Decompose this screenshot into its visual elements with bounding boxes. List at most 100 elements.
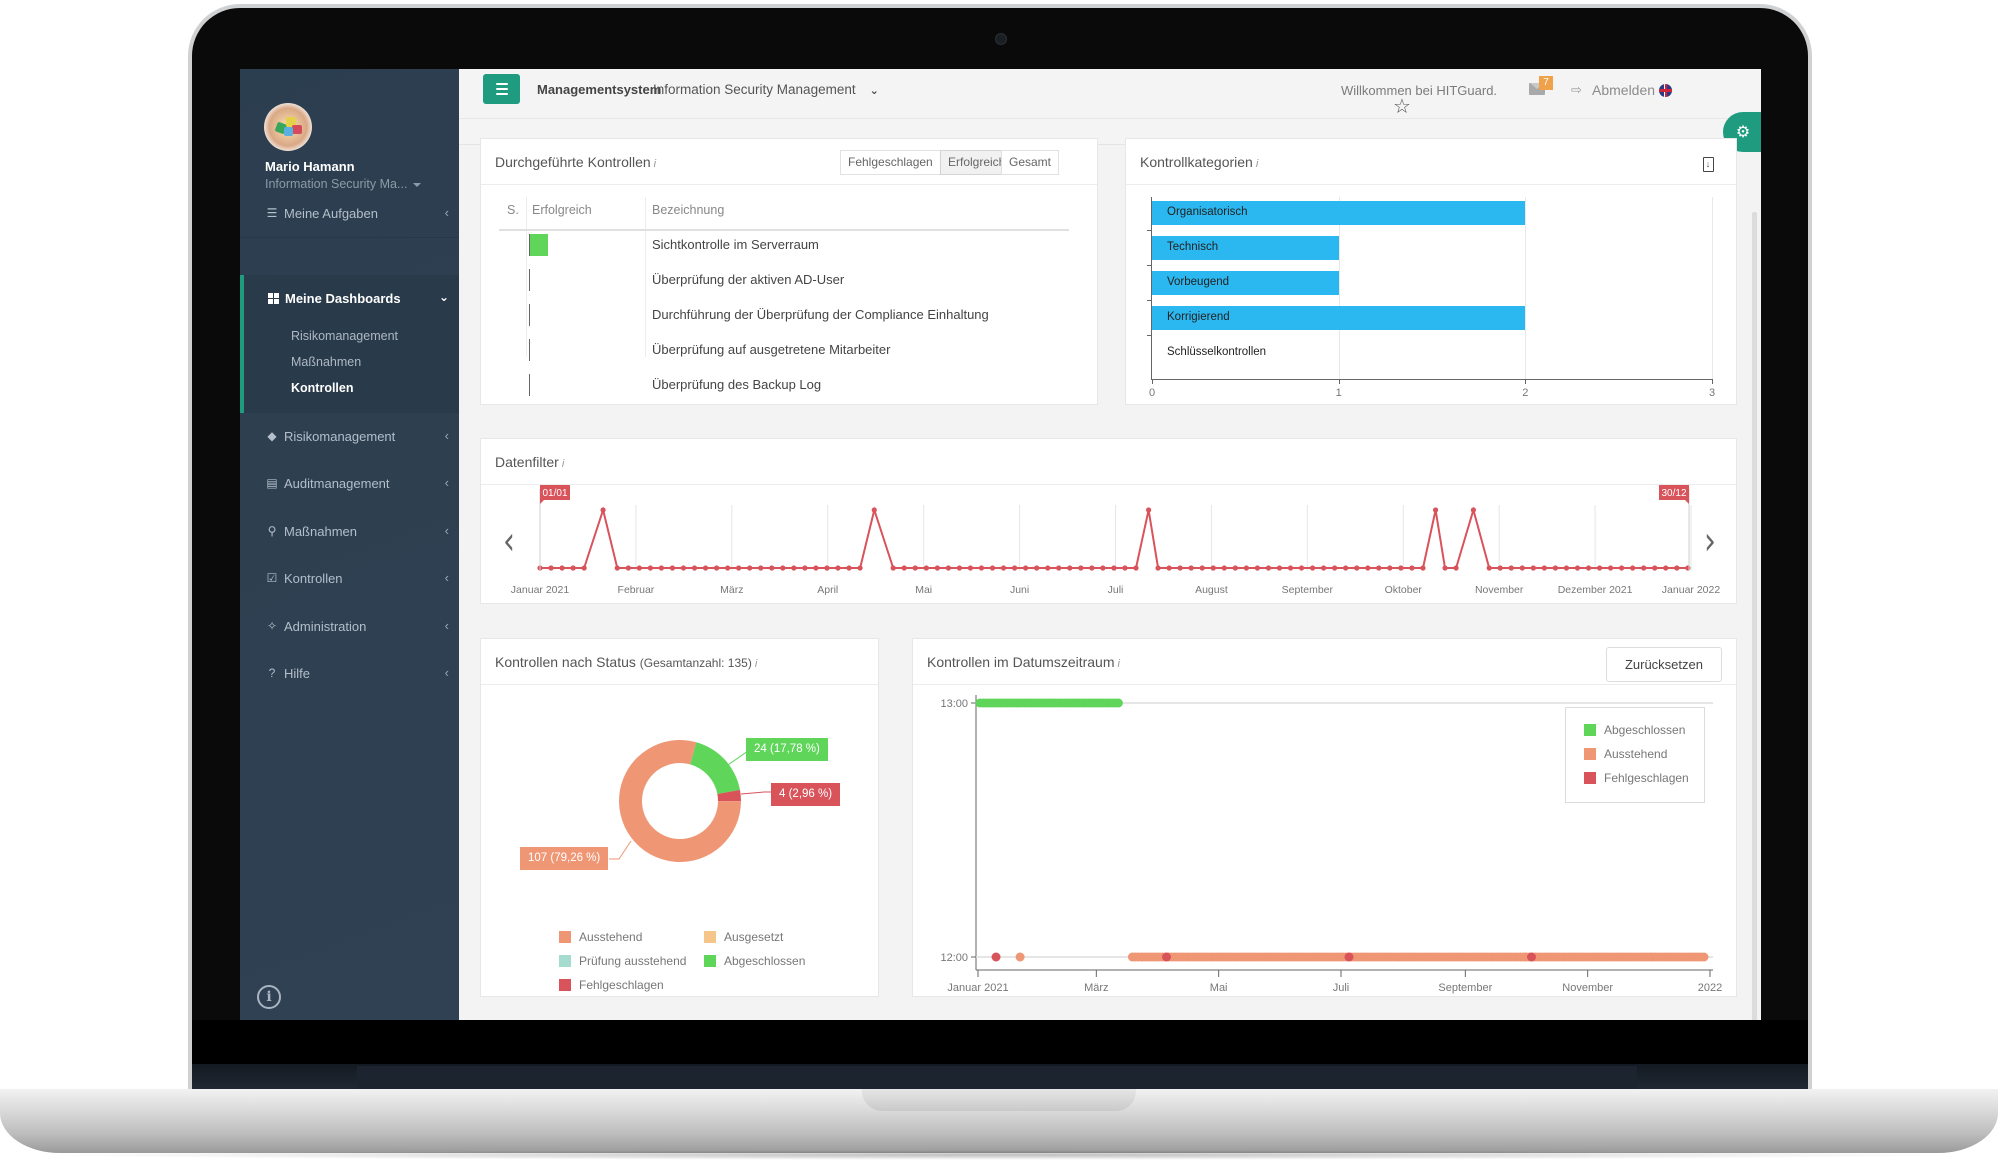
x-axis [1151,379,1713,380]
table-row[interactable]: Überprüfung der aktiven AD-User [652,272,844,287]
camera-dot [995,33,1007,45]
brand-label: Managementsystem [537,82,662,97]
sidebar: Mario Hamann Information Security Ma... … [240,69,459,1020]
info-circle-icon[interactable]: i [257,985,281,1009]
timeline-point [1309,565,1316,571]
column-header-bezeichnung[interactable]: Bezeichnung [652,203,724,217]
legend-item[interactable]: Fehlgeschlagen [559,978,664,992]
table-row[interactable]: Durchführung der Überprüfung der Complia… [652,307,989,322]
sidebar-item-administration[interactable]: ✧ Administration ‹ [240,606,459,646]
leader-line [740,791,772,795]
page-scrollbar[interactable] [1752,212,1757,1020]
scatter-point-ausstehend[interactable] [1699,952,1709,962]
filter-fehlgeschlagen-button[interactable]: Fehlgeschlagen [840,150,941,175]
avatar[interactable] [264,103,312,151]
panel-header: Durchgeführte Kontrollen i Fehlgeschlagen… [481,139,1097,185]
legend-item[interactable]: Abgeschlossen [1584,723,1685,737]
info-icon[interactable]: i [562,458,564,470]
row-success-axis [529,374,530,396]
scatter-point-fehlgeschlagen[interactable] [1527,952,1537,962]
info-icon[interactable]: i [1256,158,1258,170]
sidebar-item-meine-dashboards[interactable]: Meine Dashboards ⌄ [240,281,459,315]
legend-item[interactable]: Ausgesetzt [704,930,783,944]
sidebar-item-risikomanagement[interactable]: ◆ Risikomanagement ‹ [240,416,459,456]
welcome-text: Willkommen bei HITGuard. [1341,83,1498,98]
info-icon[interactable]: i [755,658,757,670]
row-success-bar [530,234,548,256]
table-row[interactable]: Sichtkontrolle im Serverraum [652,237,819,252]
data-label-ausstehend: 107 (79,26 %) [520,847,609,870]
download-file-icon[interactable] [1703,157,1714,172]
menu-toggle-button[interactable] [483,74,520,104]
legend-item[interactable]: Prüfung ausstehend [559,954,686,968]
legend-item[interactable]: Abgeschlossen [704,954,805,968]
timeline-point [780,565,786,571]
timeline-point [691,565,698,571]
sidebar-item-massnahmen[interactable]: ⚲ Maßnahmen ‹ [240,511,459,551]
timeline-point [1376,565,1382,571]
scatter-point-ausstehend[interactable] [1015,952,1025,962]
timeline-point [1630,565,1636,571]
sidebar-item-label: Hilfe [284,665,311,681]
legend-item[interactable]: Ausstehend [1584,747,1667,761]
timeline-point [713,565,720,571]
legend-swatch [559,931,571,943]
timeline-point [1188,565,1194,571]
legend-item[interactable]: Fehlgeschlagen [1584,771,1689,785]
sidebar-subitem-massnahmen[interactable]: Maßnahmen [240,349,459,375]
divider [240,237,459,238]
chevron-left-icon: ‹ [444,570,449,585]
sidebar-item-meine-aufgaben[interactable]: ☰ Meine Aufgaben ‹ [240,193,459,233]
panel-header: Kontrollkategorien i [1126,139,1736,185]
gears-icon: ⚙ [1735,124,1751,141]
panel-subtitle: (Gesamtanzahl: 135) [639,656,752,670]
sidebar-item-auditmanagement[interactable]: ▤ Auditmanagement ‹ [240,463,459,503]
legend-item[interactable]: Ausstehend [559,930,642,944]
table-row[interactable]: Überprüfung auf ausgetretene Mitarbeiter [652,342,890,357]
info-icon[interactable]: i [654,158,656,170]
reset-button[interactable]: Zurücksetzen [1605,647,1722,682]
range-handle-pointer [1685,500,1689,504]
scatter-point-fehlgeschlagen[interactable] [991,952,1001,962]
timeline-point [625,565,631,571]
timeline-point [1365,565,1371,571]
user-role-dropdown[interactable]: Information Security Ma... [265,177,422,191]
sidebar-subitem-risikomanagement[interactable]: Risikomanagement [240,323,459,349]
executed-controls-panel: Durchgeführte Kontrollen i Fehlgeschlagen… [480,138,1098,405]
uk-flag-icon[interactable] [1659,84,1672,97]
table-row[interactable]: Überprüfung des Backup Log [652,377,821,392]
column-header-erfolgreich[interactable]: Erfolgreich [532,203,592,217]
sidebar-item-label: Meine Aufgaben [284,205,378,221]
scatter-point-abgeschlossen[interactable] [1113,698,1123,708]
magic-wand-icon: ✧ [266,619,278,633]
scatter-point-fehlgeschlagen[interactable] [1344,952,1354,962]
sign-out-icon: ⇨ [1571,82,1582,97]
header-underline [499,229,1069,231]
legend-swatch [559,955,571,967]
system-select[interactable]: Information Security Management ⌄ [653,82,879,97]
sidebar-item-kontrollen[interactable]: ☑ Kontrollen ‹ [240,558,459,598]
timeline-point [1354,565,1360,571]
timeline-point [1343,565,1349,571]
favorite-star-icon[interactable]: ☆ [1393,97,1411,117]
legend-swatch [559,979,571,991]
date-filter-timeline[interactable]: Januar 2021 Februar März April Mai Juni Juli Au… [481,485,1738,605]
grid-line [1712,197,1713,379]
sidebar-subitem-kontrollen[interactable]: Kontrollen [240,375,459,401]
chevron-left-icon: ‹ [444,618,449,633]
logout-link[interactable]: Abmelden [1592,82,1655,98]
timeline-point [890,565,896,571]
scatter-point-fehlgeschlagen[interactable] [1162,952,1172,962]
timeline-point [1067,565,1073,571]
timeline-point [791,565,797,571]
column-header-s[interactable]: S. [507,203,519,217]
timeline-point [901,565,907,571]
timeline-point [1486,565,1492,571]
panel-title: Kontrollen nach Status (Gesamtanzahl: 13… [495,654,758,670]
sidebar-item-hilfe[interactable]: ? Hilfe ‹ [240,653,459,693]
donut-slice-abgeschlossen[interactable] [690,742,740,795]
category-label: Technisch [1167,241,1219,253]
timeline-point [1663,565,1669,571]
info-icon[interactable]: i [1118,658,1120,670]
filter-gesamt-button[interactable]: Gesamt [1001,150,1060,175]
